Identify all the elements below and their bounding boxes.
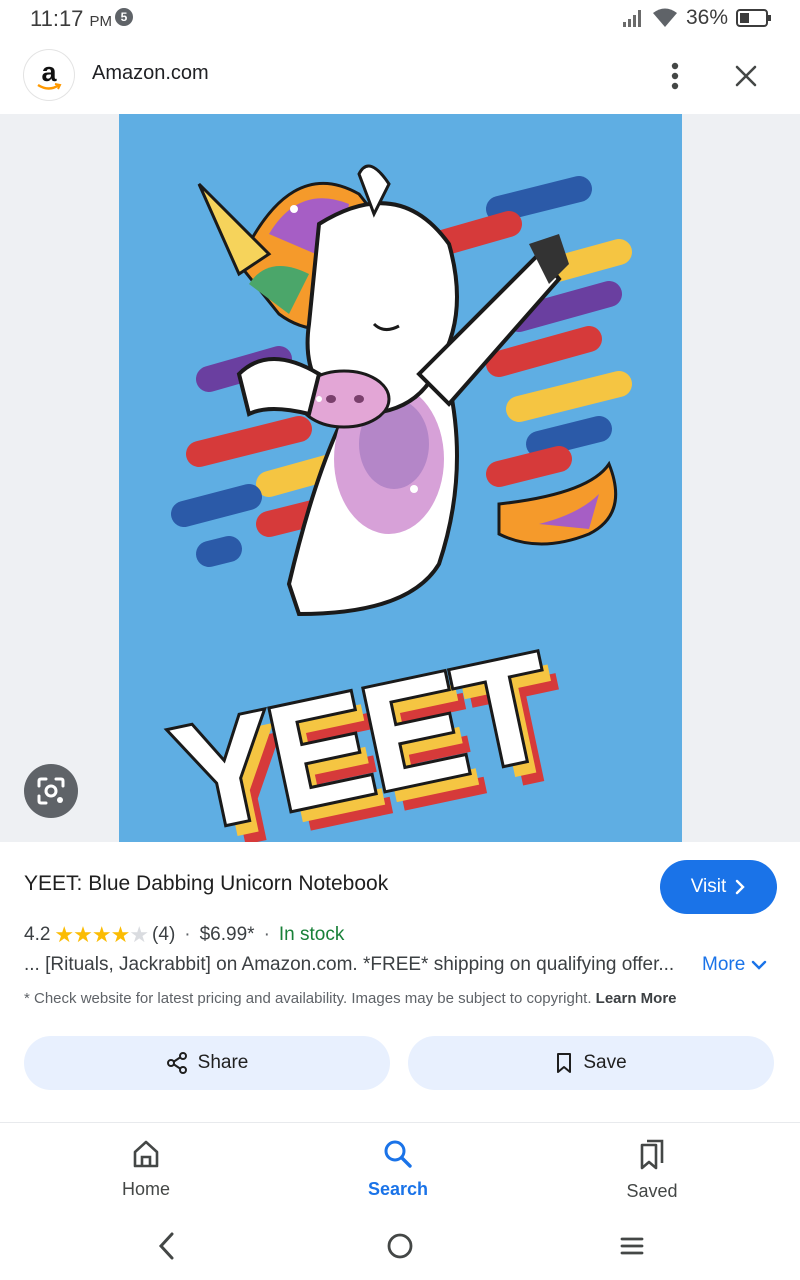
status-time: 11:17 PM — [30, 6, 112, 32]
more-button[interactable]: More — [702, 954, 767, 976]
review-count: (4) — [152, 924, 176, 945]
nav-home[interactable]: Home — [86, 1139, 206, 1200]
lens-icon — [37, 777, 65, 805]
save-label: Save — [583, 1052, 627, 1073]
smile-arrow-icon — [37, 83, 62, 90]
learn-more-link[interactable]: Learn More — [596, 990, 677, 1007]
visit-button[interactable]: Visit — [660, 860, 777, 914]
notification-badge: 5 — [115, 8, 133, 26]
nav-search[interactable]: Search — [338, 1139, 458, 1200]
search-icon — [384, 1140, 412, 1168]
separator-dot: · — [263, 924, 270, 945]
nav-search-label: Search — [367, 1179, 429, 1199]
status-bar: 11:17 PM 5 36% — [0, 0, 800, 40]
wifi-icon — [652, 8, 677, 27]
star-rating: ★★★★★ — [54, 922, 149, 947]
nav-saved-label: Saved — [626, 1181, 678, 1201]
ampm-text: PM — [89, 13, 113, 30]
system-nav — [0, 1213, 800, 1280]
save-button[interactable]: Save — [408, 1036, 774, 1090]
product-image[interactable]: YEET YEET YEET — [119, 114, 682, 842]
chevron-down-icon — [752, 960, 767, 970]
visit-label: Visit — [690, 876, 727, 897]
nav-saved[interactable]: Saved — [592, 1139, 712, 1202]
product-snippet: ... [Rituals, Jackrabbit] on Amazon.com.… — [24, 954, 675, 975]
close-icon — [735, 65, 757, 87]
saved-collections-icon — [640, 1139, 664, 1170]
back-icon — [158, 1232, 174, 1260]
share-button[interactable]: Share — [24, 1036, 390, 1090]
bookmark-icon — [557, 1053, 572, 1073]
status-icons: 36% — [622, 6, 772, 30]
disclaimer: * Check website for latest pricing and a… — [24, 990, 677, 1007]
image-viewer: YEET YEET YEET — [0, 114, 800, 842]
battery-percent: 36% — [685, 6, 728, 29]
close-button[interactable] — [728, 58, 764, 94]
system-recents-button[interactable] — [615, 1229, 649, 1263]
signal-icon — [622, 10, 641, 27]
site-favicon[interactable]: a — [24, 50, 74, 100]
rating-value: 4.2 — [24, 924, 51, 945]
amazon-logo: a — [41, 56, 57, 87]
home-icon — [133, 1140, 159, 1168]
separator-dot: · — [184, 924, 191, 945]
more-options-button[interactable] — [660, 58, 690, 94]
unicorn-artwork: YEET YEET YEET — [157, 164, 632, 842]
more-label: More — [702, 954, 746, 975]
chevron-right-icon — [736, 879, 745, 895]
product-meta: 4.2 ★★★★★ (4) · $6.99* · In stock — [24, 922, 344, 948]
more-vert-icon — [671, 62, 679, 90]
recents-icon — [620, 1237, 644, 1255]
nav-home-label: Home — [121, 1179, 170, 1199]
share-icon — [166, 1052, 187, 1074]
product-title[interactable]: YEET: Blue Dabbing Unicorn Notebook — [24, 872, 388, 896]
home-circle-icon — [387, 1233, 413, 1259]
battery-icon — [736, 9, 771, 27]
bottom-nav: Home Search Saved — [0, 1123, 800, 1213]
time-text: 11:17 — [30, 6, 84, 31]
stock-status: In stock — [278, 924, 345, 945]
site-name[interactable]: Amazon.com — [92, 62, 209, 85]
system-home-button[interactable] — [383, 1229, 417, 1263]
price: $6.99* — [199, 924, 255, 945]
viewer-header: a Amazon.com — [0, 40, 800, 114]
disclaimer-text: * Check website for latest pricing and a… — [24, 990, 592, 1007]
system-back-button[interactable] — [150, 1229, 184, 1263]
share-label: Share — [197, 1052, 249, 1073]
lens-search-button[interactable] — [24, 764, 78, 818]
